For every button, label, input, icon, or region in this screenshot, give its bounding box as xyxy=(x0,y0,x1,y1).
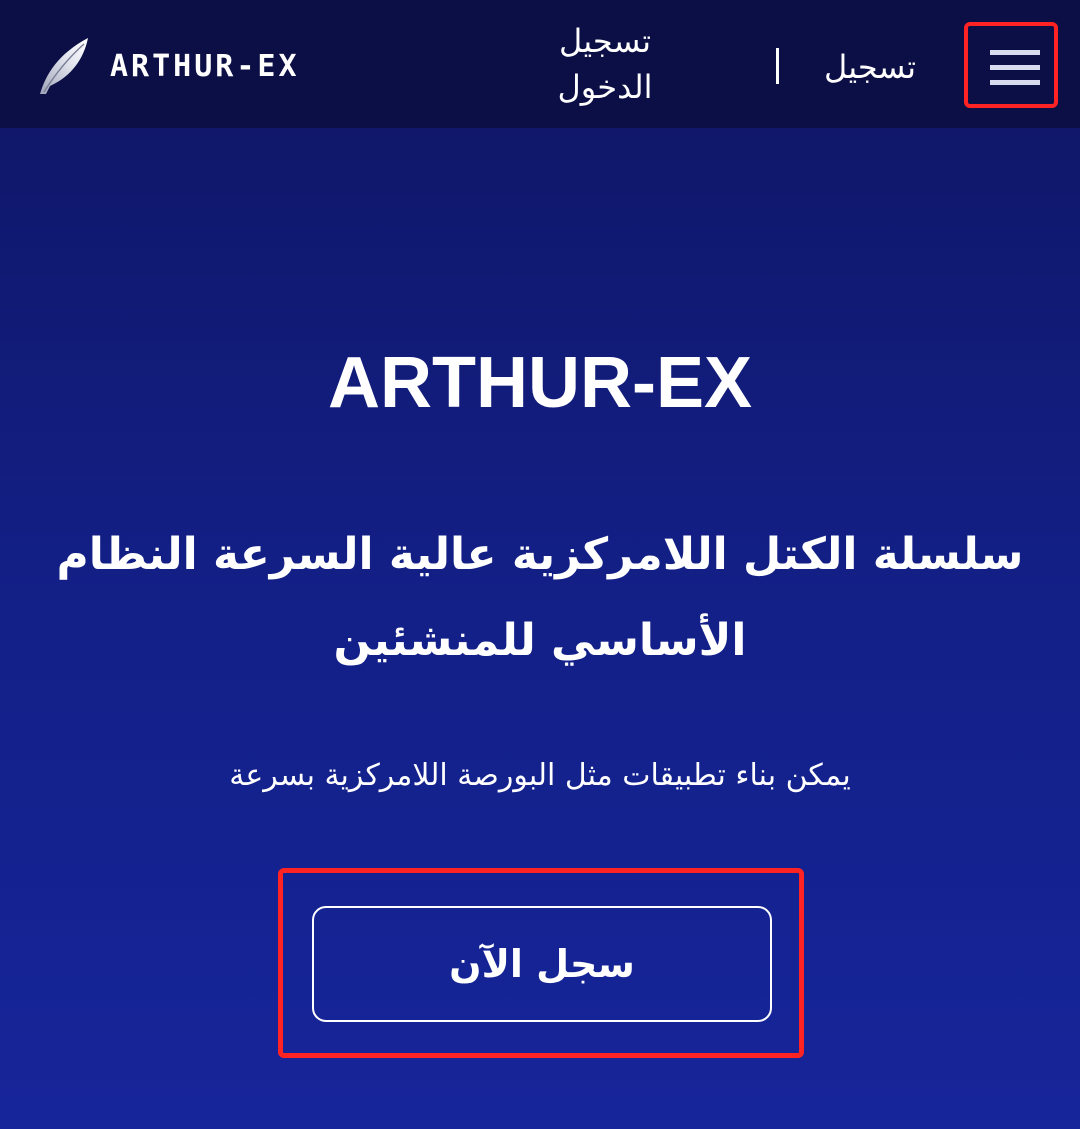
hero-title: ARTHUR-EX xyxy=(328,343,752,423)
feather-logo-icon xyxy=(40,38,88,94)
hamburger-menu-icon xyxy=(990,50,1040,55)
brand-name: ARTHUR-EX xyxy=(110,48,300,84)
hero-subtitle: سلسلة الكتل اللامركزية عالية السرعة النظ… xyxy=(56,529,1024,666)
hamburger-menu-button[interactable] xyxy=(964,22,1058,108)
hero-description: يمكن بناء تطبيقات مثل البورصة اللامركزية… xyxy=(229,758,851,793)
register-now-button[interactable]: سجل الآن xyxy=(312,906,772,1022)
top-navigation-bar: ARTHUR-EX تسجيل الدخول تسجيل xyxy=(0,0,1080,128)
register-link[interactable]: تسجيل xyxy=(800,44,940,90)
brand-logo[interactable]: ARTHUR-EX xyxy=(36,36,300,96)
hamburger-menu-icon-bar xyxy=(990,65,1040,70)
login-link[interactable]: تسجيل الدخول xyxy=(530,18,680,110)
hamburger-menu-icon-bar xyxy=(990,80,1040,85)
nav-divider xyxy=(776,48,779,84)
